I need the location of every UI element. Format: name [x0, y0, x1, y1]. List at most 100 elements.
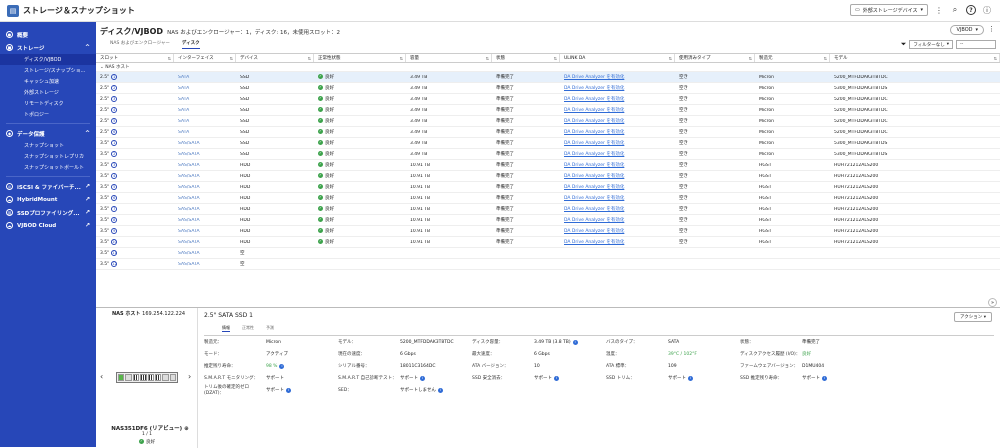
chevron-left-icon[interactable]: ‹ — [100, 372, 103, 381]
table-row[interactable]: 2.5" 6 SATA SSD ✓ 良好 3.49 TB 準備完了 DA Drive Analy… — [96, 127, 1000, 138]
table-row[interactable]: 3.5" 4 SAS/SATA HDD ✓ 良好 10.91 TB 準備完了 DA Drive … — [96, 171, 1000, 182]
action-button[interactable]: アクション ▾ — [954, 312, 992, 322]
vjbod-button[interactable]: VJBOD ▾ — [950, 25, 984, 35]
sidebar-hybridmount[interactable]: ☁ HybridMount ↗ — [0, 193, 96, 206]
tab-disks[interactable]: ディスク — [181, 40, 200, 49]
more-icon[interactable]: ⋮ — [988, 25, 995, 33]
table-row[interactable]: 2.5" 5 SATA SSD ✓ 良好 3.49 TB 準備完了 DA Drive Analy… — [96, 116, 1000, 127]
sidebar-item-storage-3[interactable]: 外部ストレージ — [0, 87, 96, 98]
drive-analyzer-link[interactable]: DA Drive Analyzer を有効化 — [564, 119, 624, 124]
sidebar-iscsi[interactable]: ◎ iSCSI & ファイバーチ... ↗ — [0, 180, 96, 193]
info-icon[interactable]: i — [688, 376, 693, 381]
collapse-icon[interactable]: » — [988, 298, 997, 307]
column-header-1[interactable]: インターフェイス ⇅ — [174, 54, 236, 62]
search-icon[interactable]: ⌕ — [950, 5, 960, 15]
table-row[interactable]: 3.5" 3 SAS/SATA HDD ✓ 良好 10.91 TB 準備完了 DA Drive … — [96, 160, 1000, 171]
tab-prediction[interactable]: 予測 — [266, 325, 274, 332]
sort-icon[interactable]: ⇅ — [669, 56, 672, 61]
sort-icon[interactable]: ⇅ — [824, 56, 827, 61]
sidebar-storage[interactable]: ■ ストレージ ^ — [0, 41, 96, 54]
table-row[interactable]: 2.5" 3 SATA SSD ✓ 良好 3.49 TB 準備完了 DA Drive Analy… — [96, 94, 1000, 105]
column-header-2[interactable]: デバイス ⇅ — [236, 54, 314, 62]
page-title: ディスク/VJBOD NAS およびエンクロージャー：1，ディスク: 16，未使用… — [100, 27, 341, 36]
column-header-3[interactable]: 正常性状態 ⇅ — [314, 54, 406, 62]
sort-icon[interactable]: ⇅ — [554, 56, 557, 61]
info-icon[interactable]: i — [286, 388, 291, 393]
drive-analyzer-link[interactable]: DA Drive Analyzer を有効化 — [564, 86, 624, 91]
sort-icon[interactable]: ⇅ — [308, 56, 311, 61]
drive-analyzer-link[interactable]: DA Drive Analyzer を有効化 — [564, 97, 624, 102]
sidebar-ssd-profiling[interactable]: ▥ SSDプロファイリング... ↗ — [0, 206, 96, 219]
drive-analyzer-link[interactable]: DA Drive Analyzer を有効化 — [564, 196, 624, 201]
column-header-6[interactable]: ULINK DA ⇅ — [560, 54, 675, 62]
sort-icon[interactable]: ⇅ — [230, 56, 233, 61]
sort-icon[interactable]: ⇅ — [749, 56, 752, 61]
table-row[interactable]: 3.5" 6 SAS/SATA HDD ✓ 良好 10.91 TB 準備完了 DA Drive … — [96, 193, 1000, 204]
column-header-7[interactable]: 使用済みタイプ ⇅ — [675, 54, 755, 62]
column-header-4[interactable]: 容量 ⇅ — [406, 54, 492, 62]
sort-icon[interactable]: ⇅ — [486, 56, 489, 61]
table-row[interactable]: 3.5" 11 SAS/SATA 空 — [96, 248, 1000, 259]
sidebar-item-storage-2[interactable]: キャッシュ加速 — [0, 76, 96, 87]
table-row[interactable]: 3.5" 9 SAS/SATA HDD ✓ 良好 10.91 TB 準備完了 DA Drive … — [96, 226, 1000, 237]
sidebar-item-dp-2[interactable]: スナップショットボールト — [0, 162, 96, 173]
drive-analyzer-link[interactable]: DA Drive Analyzer を有効化 — [564, 141, 624, 146]
more-icon[interactable]: ⋮ — [934, 5, 944, 15]
tab-info[interactable]: 情報 — [222, 325, 230, 332]
drive-analyzer-link[interactable]: DA Drive Analyzer を有効化 — [564, 229, 624, 234]
drive-analyzer-link[interactable]: DA Drive Analyzer を有効化 — [564, 218, 624, 223]
info-icon[interactable]: ⓘ — [982, 5, 992, 15]
sidebar-data-protection[interactable]: ◆ データ保護 ^ — [0, 127, 96, 140]
info-icon[interactable]: i — [437, 388, 443, 393]
info-icon[interactable]: i — [279, 363, 285, 369]
column-header-0[interactable]: スロット ⇅ — [96, 54, 174, 62]
drive-analyzer-link[interactable]: DA Drive Analyzer を有効化 — [564, 108, 624, 113]
table-row[interactable]: 3.5" 7 SAS/SATA HDD ✓ 良好 10.91 TB 準備完了 DA Drive … — [96, 204, 1000, 215]
group-nas-host[interactable]: ⌄ NAS ホスト — [96, 63, 1000, 72]
sort-icon[interactable]: ⇅ — [400, 56, 403, 61]
sidebar-vjbod-cloud[interactable]: ☁ VJBOD Cloud ↗ — [0, 219, 96, 232]
drive-analyzer-link[interactable]: DA Drive Analyzer を有効化 — [564, 130, 624, 135]
sidebar-item-dp-0[interactable]: スナップショット — [0, 140, 96, 151]
nas-rear-image[interactable] — [116, 372, 178, 383]
drive-analyzer-link[interactable]: DA Drive Analyzer を有効化 — [564, 185, 624, 190]
external-device-button[interactable]: ▭ 外部ストレージデバイス ▾ — [849, 4, 928, 16]
sidebar-item-dp-1[interactable]: スナップショットレプリカ — [0, 151, 96, 162]
table-row[interactable]: 3.5" 10 SAS/SATA HDD ✓ 良好 10.91 TB 準備完了 DA Drive… — [96, 237, 1000, 248]
info-icon[interactable]: i — [572, 339, 578, 345]
sidebar-item-storage-4[interactable]: リモートディスク — [0, 98, 96, 109]
info-icon[interactable]: i — [420, 376, 425, 381]
drive-analyzer-link[interactable]: DA Drive Analyzer を有効化 — [564, 240, 624, 245]
sidebar-item-storage-1[interactable]: ストレージ/スナップショ... — [0, 65, 96, 76]
column-header-9[interactable]: モデル ⇅ — [830, 54, 1000, 62]
table-row[interactable]: 2.5" 4 SATA SSD ✓ 良好 3.49 TB 準備完了 DA Drive Analy… — [96, 105, 1000, 116]
drive-analyzer-link[interactable]: DA Drive Analyzer を有効化 — [564, 174, 624, 179]
table-row[interactable]: 3.5" 1 SAS/SATA SSD ✓ 良好 3.49 TB 準備完了 DA Drive A… — [96, 138, 1000, 149]
drive-analyzer-link[interactable]: DA Drive Analyzer を有効化 — [564, 75, 624, 80]
filter-select-2[interactable]: -- — [956, 40, 996, 49]
filter-icon[interactable]: ⏷ — [901, 40, 907, 49]
info-icon[interactable]: i — [554, 376, 559, 381]
table-row[interactable]: 3.5" 12 SAS/SATA 空 — [96, 259, 1000, 270]
chevron-right-icon[interactable]: › — [188, 372, 191, 381]
tab-health[interactable]: 正常性 — [242, 325, 254, 332]
sidebar-overview[interactable]: ● 概要 — [0, 28, 96, 41]
sort-icon[interactable]: ⇅ — [168, 56, 171, 61]
table-row[interactable]: 2.5" 1 SATA SSD ✓ 良好 3.49 TB 準備完了 DA Drive Analy… — [96, 72, 1000, 83]
filter-select[interactable]: フィルターなし ▾ — [909, 40, 953, 49]
column-header-5[interactable]: 状態 ⇅ — [492, 54, 560, 62]
drive-analyzer-link[interactable]: DA Drive Analyzer を有効化 — [564, 163, 624, 168]
table-row[interactable]: 2.5" 2 SATA SSD ✓ 良好 3.49 TB 準備完了 DA Drive Analy… — [96, 83, 1000, 94]
table-row[interactable]: 3.5" 2 SAS/SATA SSD ✓ 良好 3.49 TB 準備完了 DA Drive A… — [96, 149, 1000, 160]
sort-icon[interactable]: ⇅ — [994, 56, 997, 61]
tab-nas-enclosure[interactable]: NAS およびエンクロージャー — [110, 40, 170, 49]
drive-analyzer-link[interactable]: DA Drive Analyzer を有効化 — [564, 207, 624, 212]
table-row[interactable]: 3.5" 8 SAS/SATA HDD ✓ 良好 10.91 TB 準備完了 DA Drive … — [96, 215, 1000, 226]
help-icon[interactable]: ? — [966, 5, 976, 15]
sidebar-item-storage-5[interactable]: トポロジー — [0, 109, 96, 120]
drive-analyzer-link[interactable]: DA Drive Analyzer を有効化 — [564, 152, 624, 157]
info-icon[interactable]: i — [822, 376, 827, 381]
table-row[interactable]: 3.5" 5 SAS/SATA HDD ✓ 良好 10.91 TB 準備完了 DA Drive … — [96, 182, 1000, 193]
sidebar-item-storage-0[interactable]: ディスク/VJBOD — [0, 54, 96, 65]
column-header-8[interactable]: 製造元 ⇅ — [755, 54, 830, 62]
